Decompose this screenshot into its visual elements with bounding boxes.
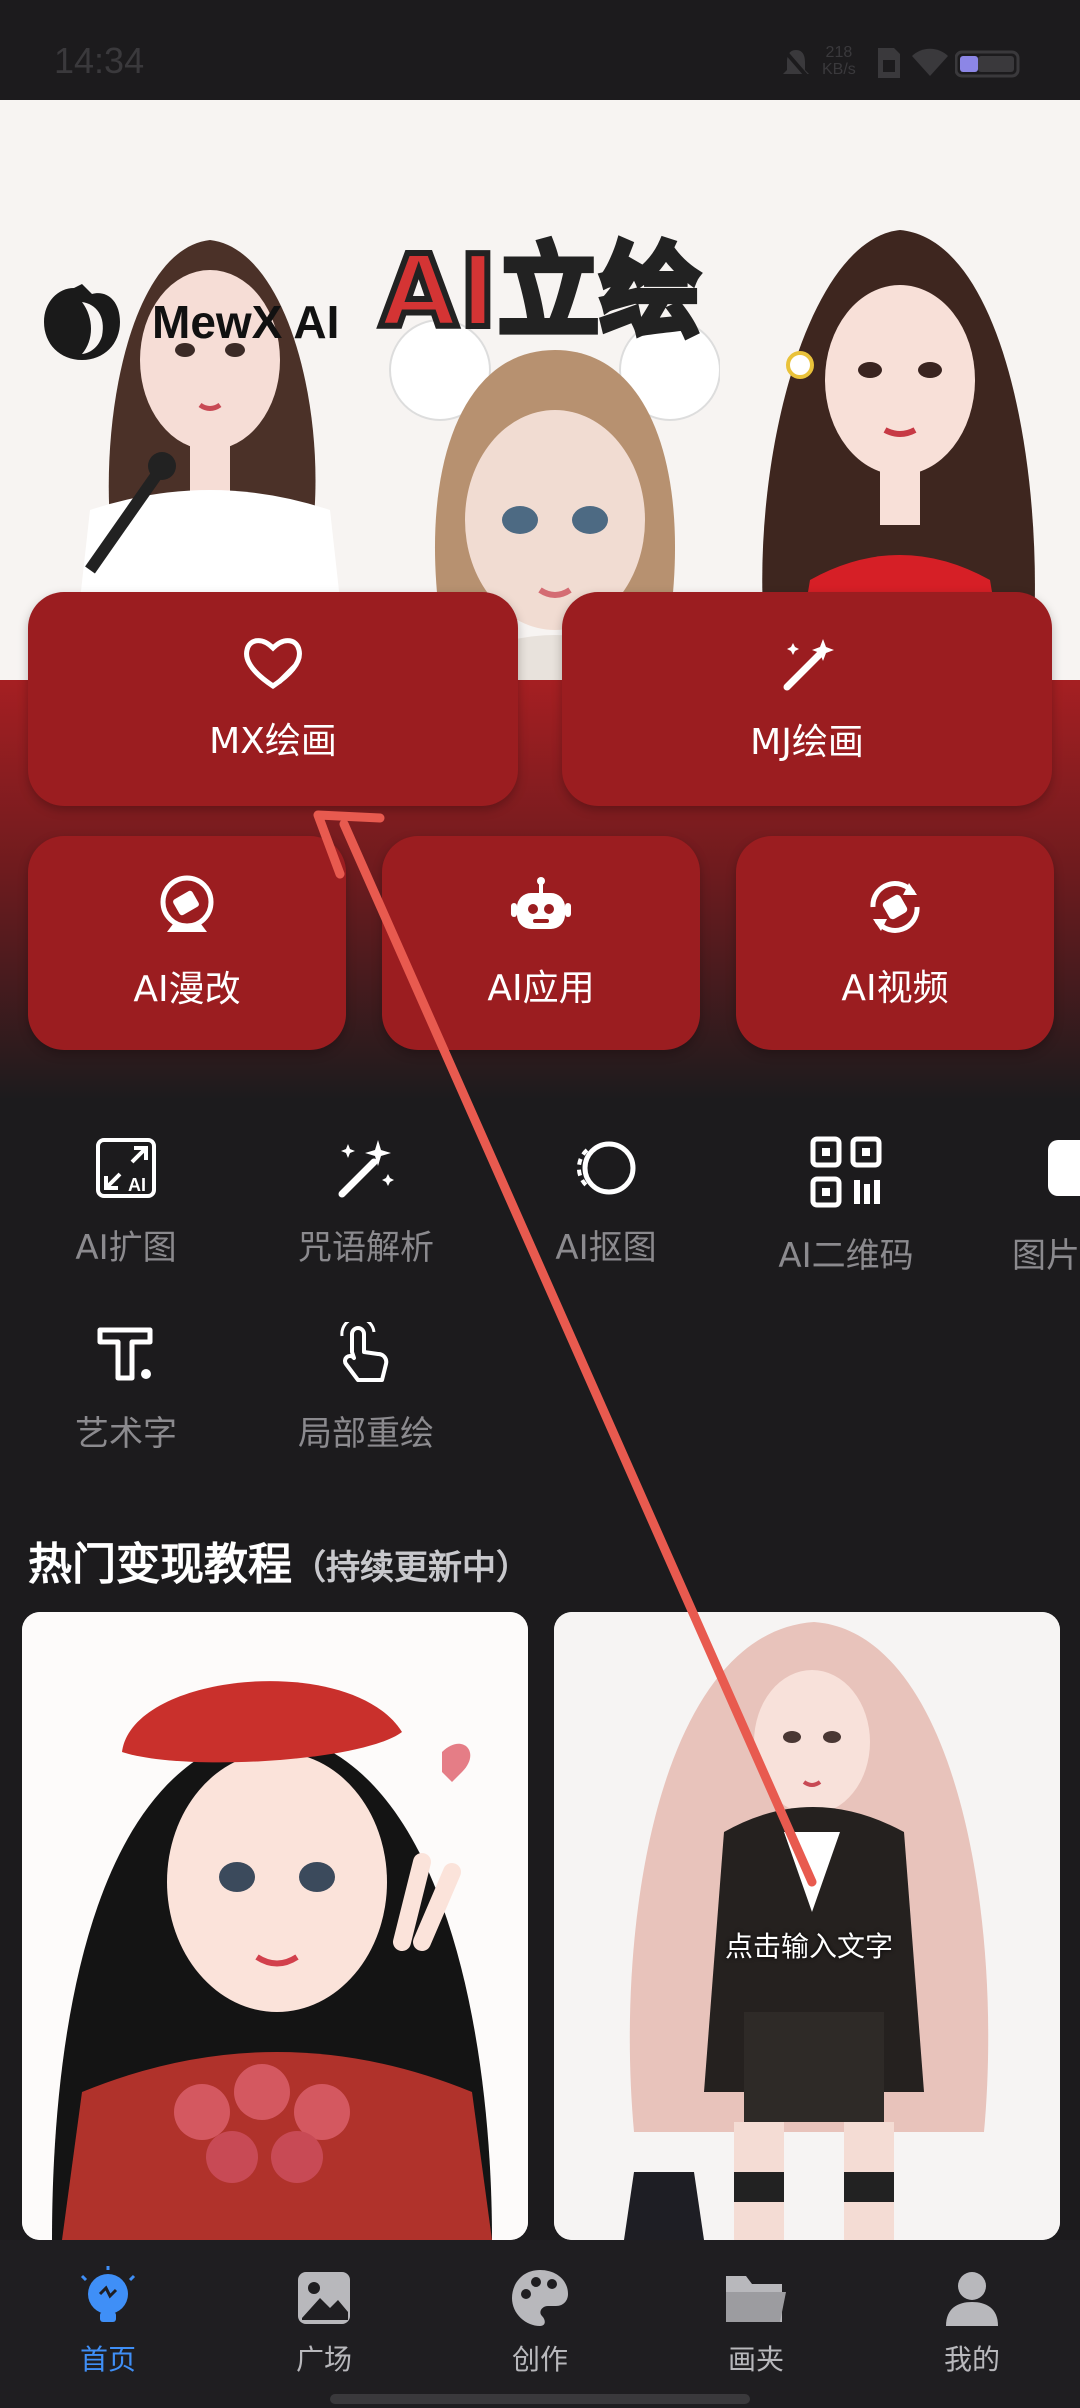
nav-label: 创作 <box>511 2343 568 2376</box>
nav-profile[interactable]: 我的 <box>864 2266 1080 2378</box>
home-indicator[interactable] <box>330 2394 750 2404</box>
folder-icon <box>726 2276 786 2322</box>
palette-icon <box>512 2270 568 2326</box>
nav-label: 广场 <box>295 2343 352 2376</box>
nav-folder[interactable]: 画夹 <box>648 2266 864 2378</box>
nav-label: 首页 <box>79 2343 136 2376</box>
user-icon <box>946 2272 998 2326</box>
nav-home[interactable]: 首页 <box>0 2266 216 2378</box>
nav-label: 画夹 <box>727 2343 784 2376</box>
nav-create[interactable]: 创作 <box>432 2266 648 2378</box>
annotation-arrow <box>313 810 817 1887</box>
nav-label: 我的 <box>943 2343 1000 2376</box>
lightbulb-icon <box>80 2266 136 2322</box>
gallery-icon <box>298 2272 350 2324</box>
nav-square[interactable]: 广场 <box>216 2266 432 2378</box>
